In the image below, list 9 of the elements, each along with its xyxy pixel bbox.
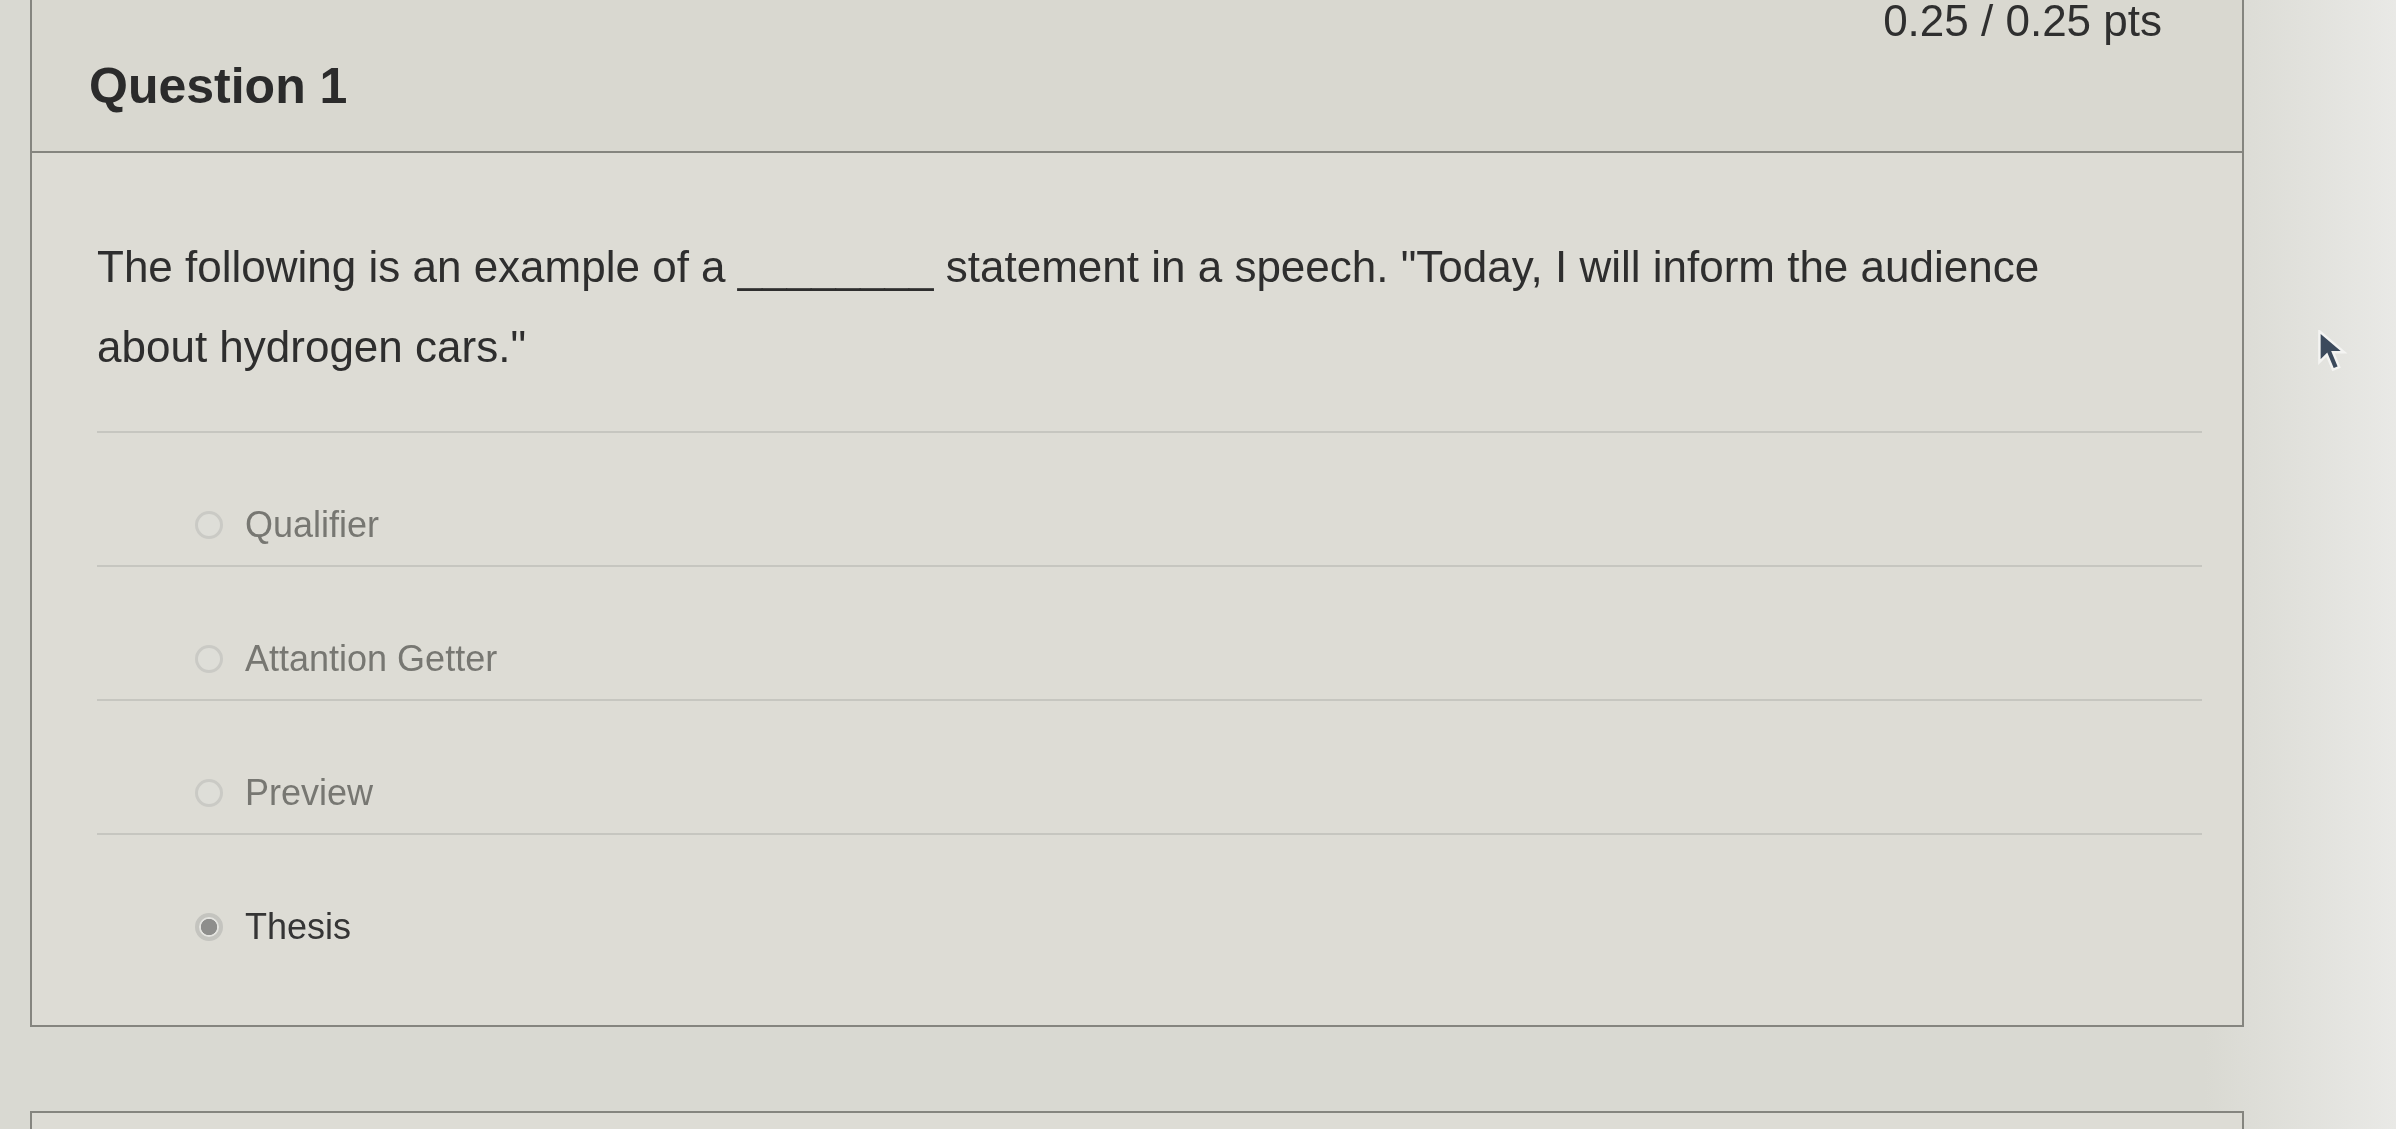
answer-label[interactable]: Preview (245, 773, 374, 813)
question-title: Question 1 (89, 56, 348, 115)
question-text: The following is an example of a ________ statement in a speech. "Today, I will inform the audience about hydrogen cars." (97, 241, 2041, 373)
answer-label[interactable]: Attantion Getter (245, 639, 498, 679)
points-label: 0.25 / 0.25 pts (1883, 0, 2162, 46)
radio-button[interactable] (195, 913, 223, 941)
answer-label[interactable]: Thesis (245, 907, 352, 947)
answer-label[interactable]: Qualifier (245, 505, 380, 545)
mouse-pointer-icon (2318, 330, 2348, 372)
